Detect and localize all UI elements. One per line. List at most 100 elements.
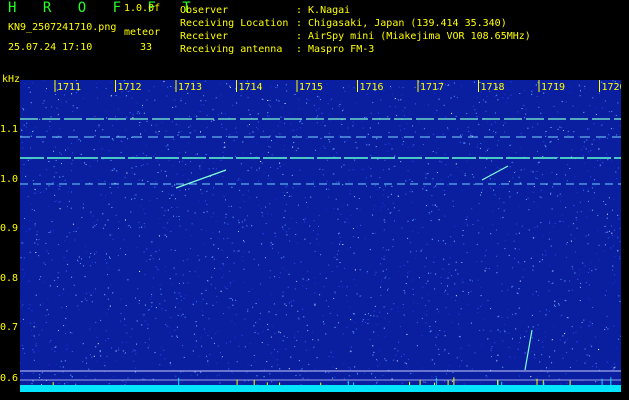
noise-dot: [142, 152, 144, 154]
noise-dot: [396, 114, 398, 116]
noise-dot: [407, 170, 409, 172]
noise-dot: [435, 185, 437, 187]
noise-dot: [590, 176, 592, 178]
noise-dot: [175, 375, 177, 377]
noise-dot: [455, 163, 457, 165]
noise-dot: [257, 113, 259, 115]
noise-dot: [486, 376, 488, 378]
noise-dot: [172, 194, 174, 196]
noise-dot: [499, 331, 501, 333]
noise-dot: [54, 146, 56, 148]
noise-dot: [213, 258, 215, 260]
noise-dot: [144, 213, 146, 215]
noise-dot: [561, 101, 563, 103]
noise-dot: [587, 243, 589, 245]
noise-dot: [108, 203, 110, 205]
noise-dot: [313, 104, 315, 106]
noise-dot: [490, 173, 492, 175]
noise-dot: [71, 350, 73, 352]
noise-dot: [126, 117, 128, 119]
noise-dot: [226, 183, 227, 185]
noise-dot: [421, 367, 423, 369]
noise-dot: [199, 111, 201, 113]
noise-dot: [164, 170, 166, 172]
noise-dot: [388, 321, 390, 323]
noise-dot: [30, 158, 32, 160]
noise-dot: [414, 257, 416, 259]
noise-dot: [257, 128, 259, 130]
noise-dot: [102, 227, 104, 229]
noise-dot: [118, 349, 120, 351]
noise-dot: [448, 272, 450, 273]
noise-dot: [37, 243, 39, 245]
time-tick-label: 1713: [178, 82, 202, 93]
noise-dot: [550, 245, 552, 247]
noise-dot: [231, 320, 233, 322]
noise-dot: [527, 127, 529, 129]
noise-dot: [610, 247, 612, 249]
noise-dot: [341, 206, 343, 208]
noise-dot: [368, 166, 369, 168]
noise-dot: [39, 118, 41, 120]
noise-dot: [588, 284, 590, 286]
noise-dot: [539, 310, 541, 312]
noise-dot: [214, 267, 216, 269]
noise-dot: [236, 250, 238, 252]
noise-dot: [185, 151, 187, 153]
noise-dot: [156, 197, 158, 199]
noise-dot: [148, 309, 150, 311]
noise-dot: [141, 198, 143, 200]
noise-dot: [509, 356, 511, 358]
noise-dot: [299, 99, 301, 101]
noise-dot: [594, 179, 596, 181]
noise-dot: [124, 318, 126, 320]
noise-dot: [353, 123, 355, 125]
noise-dot: [338, 322, 339, 324]
noise-dot: [515, 328, 517, 330]
noise-dot: [438, 209, 440, 211]
noise-dot: [187, 282, 189, 284]
meta-row-antenna: Receiving antenna: Maspro FM-3: [180, 44, 375, 55]
noise-dot: [611, 235, 613, 236]
noise-dot: [20, 301, 22, 303]
noise-dot: [199, 168, 201, 170]
noise-dot: [471, 368, 473, 370]
noise-dot: [450, 174, 452, 176]
noise-dot: [427, 173, 429, 175]
noise-dot: [537, 376, 539, 377]
noise-dot: [497, 316, 499, 318]
noise-dot: [65, 333, 66, 334]
noise-dot: [518, 232, 520, 234]
noise-dot: [155, 131, 157, 133]
noise-dot: [224, 222, 226, 224]
noise-dot: [497, 99, 499, 101]
noise-dot: [270, 242, 272, 244]
noise-dot: [602, 250, 604, 252]
noise-dot: [476, 243, 478, 245]
noise-dot: [587, 128, 588, 130]
noise-dot: [392, 166, 394, 168]
noise-dot: [487, 299, 489, 301]
noise-dot: [240, 179, 242, 181]
noise-dot: [285, 231, 287, 233]
noise-dot: [385, 359, 387, 361]
noise-dot: [407, 220, 409, 222]
noise-dot: [146, 120, 148, 122]
noise-dot: [279, 165, 281, 167]
noise-dot: [109, 305, 111, 307]
noise-dot: [347, 204, 349, 206]
noise-dot: [619, 256, 621, 258]
noise-dot: [402, 143, 404, 145]
noise-dot: [443, 104, 445, 106]
noise-dot: [336, 314, 338, 316]
noise-dot: [450, 236, 452, 238]
noise-dot: [583, 141, 585, 143]
noise-dot: [298, 318, 300, 320]
noise-dot: [595, 363, 597, 365]
noise-dot: [206, 303, 208, 305]
noise-dot: [606, 315, 608, 317]
noise-dot: [95, 346, 97, 348]
noise-dot: [499, 184, 500, 186]
noise-dot: [388, 287, 389, 289]
noise-dot: [572, 223, 574, 225]
